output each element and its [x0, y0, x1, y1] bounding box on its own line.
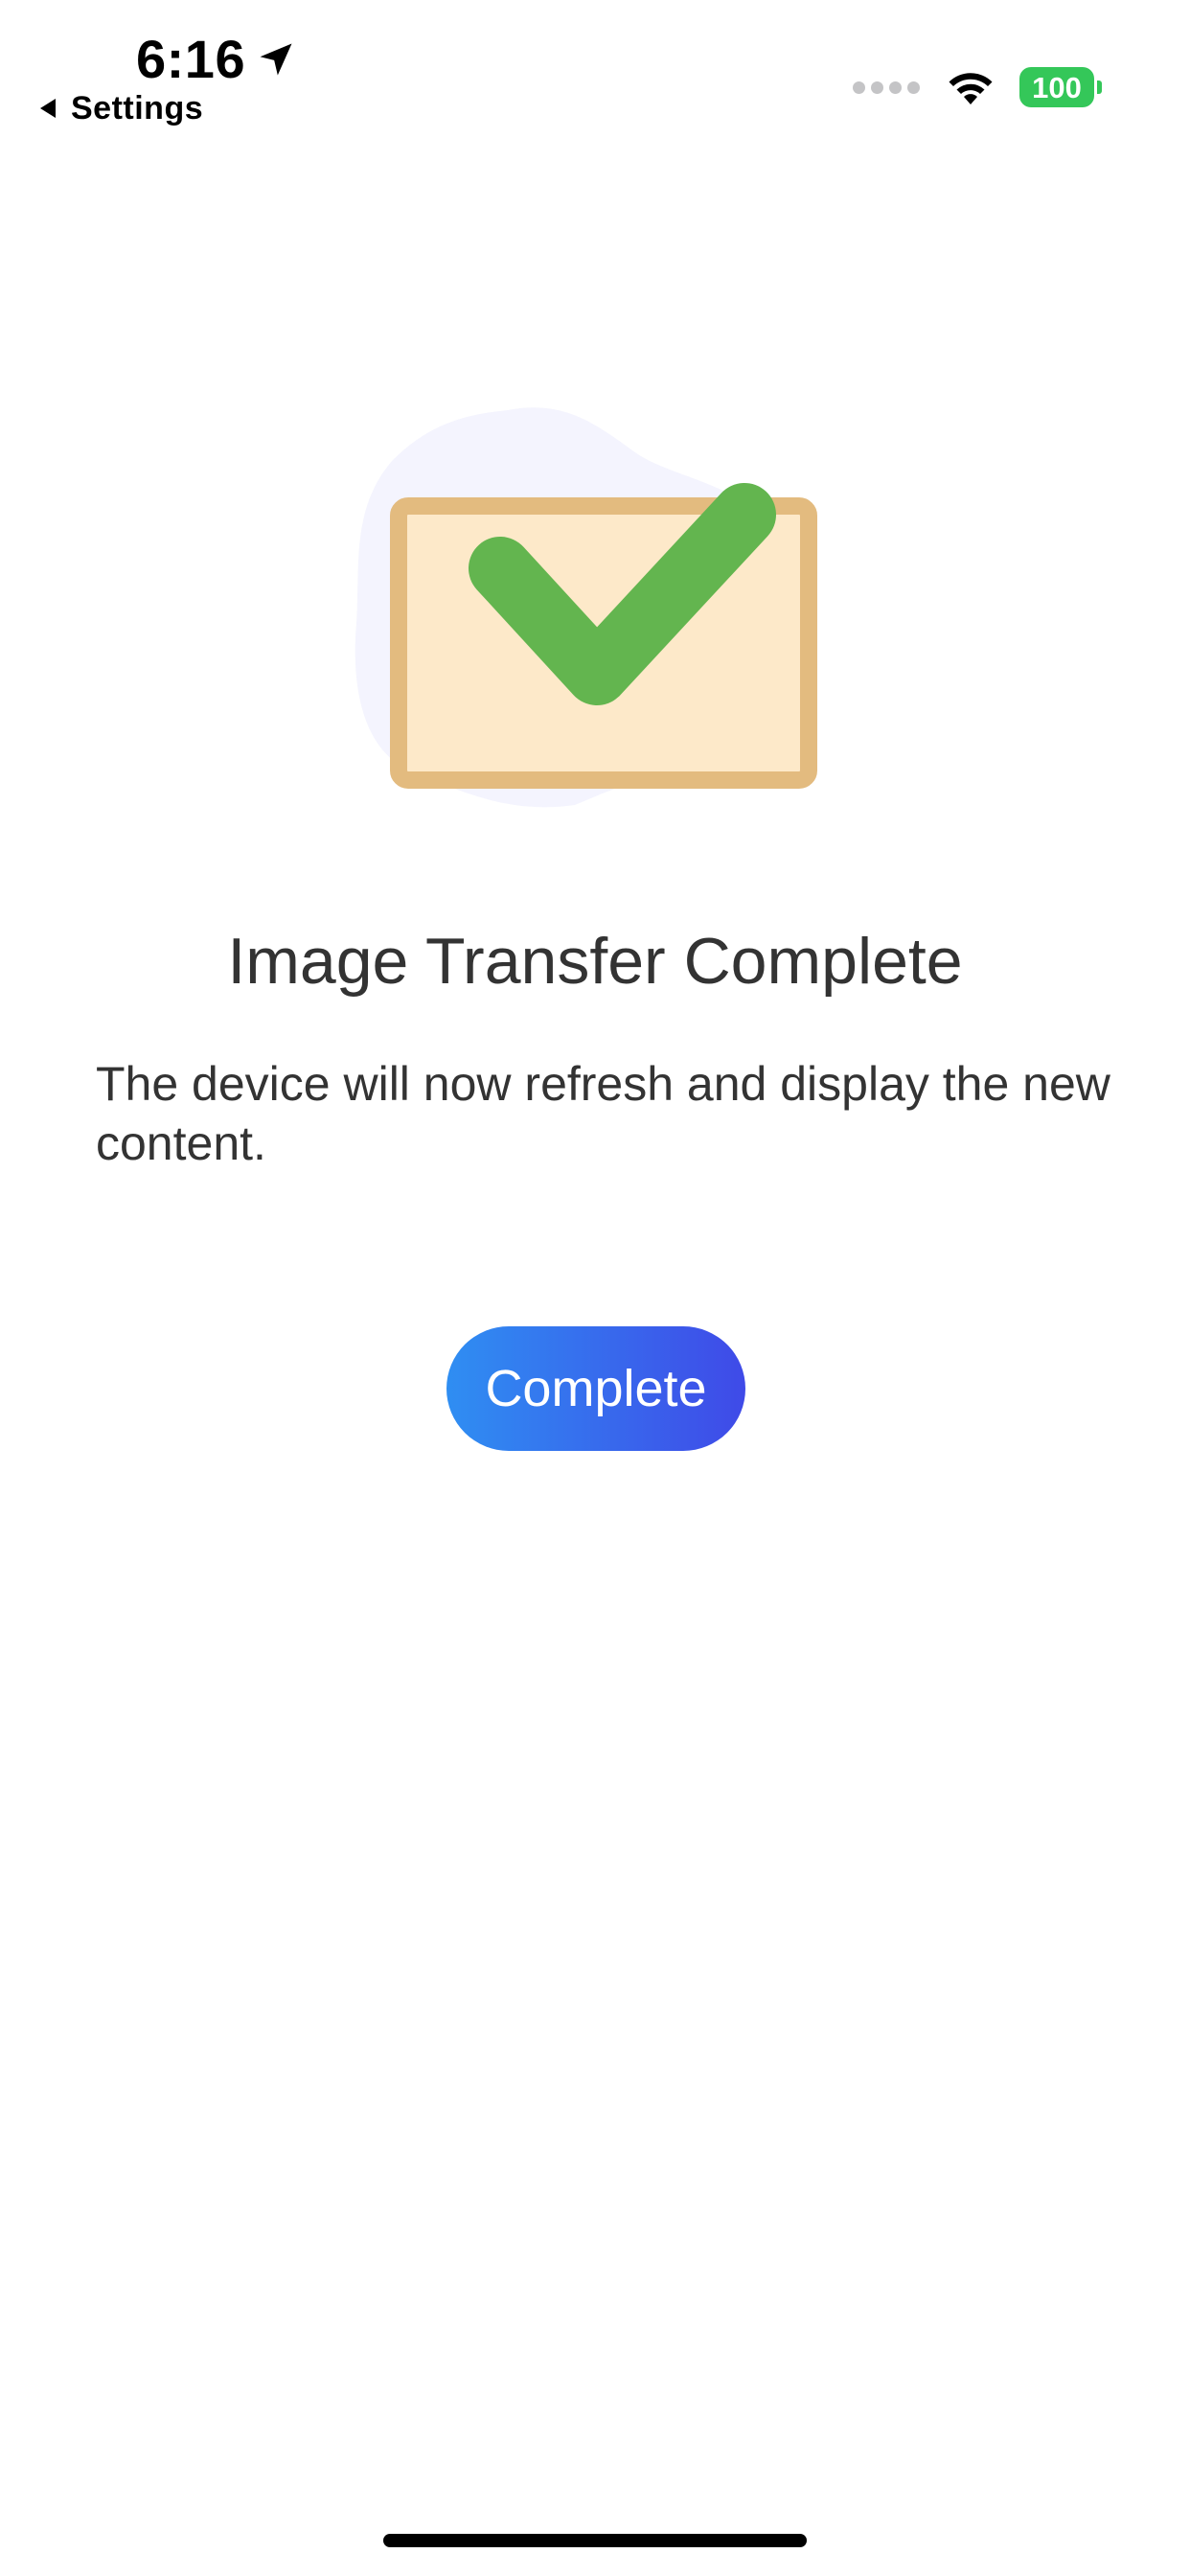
battery-icon: 100: [1019, 67, 1102, 107]
page-title: Image Transfer Complete: [227, 925, 963, 998]
transfer-complete-illustration: [355, 407, 817, 808]
status-message: The device will now refresh and display …: [96, 1057, 1110, 1170]
location-arrow-icon: [260, 43, 292, 76]
status-indicators: 100: [853, 67, 1102, 107]
wifi-icon: [949, 73, 993, 104]
back-triangle-icon: [40, 99, 56, 118]
complete-button[interactable]: Complete: [446, 1326, 745, 1451]
home-indicator[interactable]: [383, 2534, 807, 2547]
battery-level: 100: [1032, 70, 1082, 104]
back-to-settings-button[interactable]: Settings: [36, 92, 203, 125]
back-label: Settings: [71, 90, 204, 126]
status-time: 6:16: [136, 29, 246, 89]
clock: 6:16: [136, 33, 297, 86]
signal-dots-icon: [853, 80, 920, 94]
status-bar: 6:16 Settings 100: [0, 0, 1190, 144]
